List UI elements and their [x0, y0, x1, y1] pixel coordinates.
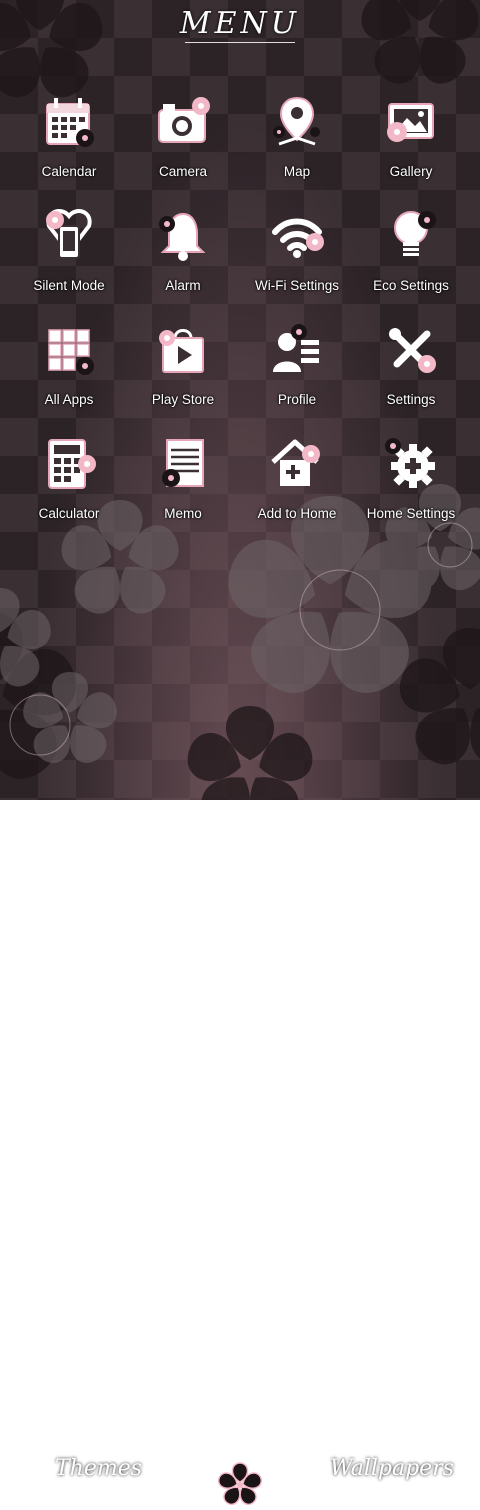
calculator-icon — [48, 439, 96, 489]
app-label: Home Settings — [366, 506, 456, 521]
tools-icon — [389, 328, 436, 373]
header: MENU — [0, 0, 480, 50]
camera-icon — [158, 97, 210, 143]
app-label: Profile — [277, 392, 317, 407]
app-label: All Apps — [44, 392, 94, 407]
app-eco-settings[interactable]: Eco Settings — [354, 206, 468, 320]
title-underline — [185, 42, 295, 43]
wallpapers-button[interactable]: Wallpapers — [330, 1456, 454, 1481]
profile-icon — [273, 324, 319, 372]
page-title: MENU — [179, 6, 301, 41]
app-label: Camera — [158, 164, 207, 179]
footer: Themes Wallpapers — [0, 720, 480, 1505]
calendar-icon — [46, 98, 94, 147]
app-wifi-settings[interactable]: Wi-Fi Settings — [240, 206, 354, 320]
app-label: Add to Home — [257, 506, 337, 521]
app-alarm[interactable]: Alarm — [126, 206, 240, 320]
app-label: Map — [283, 164, 311, 179]
wifi-icon — [272, 218, 324, 258]
lightbulb-icon — [394, 211, 436, 256]
memo-icon — [162, 439, 204, 487]
app-label: Wi-Fi Settings — [254, 278, 339, 293]
app-gallery[interactable]: Gallery — [354, 92, 468, 206]
silent-phone-icon — [46, 209, 92, 259]
themes-button[interactable]: Themes — [55, 1456, 142, 1481]
app-home-settings[interactable]: Home Settings — [354, 434, 468, 548]
app-map[interactable]: Map — [240, 92, 354, 206]
alarm-bell-icon — [159, 212, 206, 261]
app-label: Calendar — [41, 164, 97, 179]
themes-underline — [58, 1492, 148, 1493]
play-store-icon — [159, 329, 204, 373]
app-label: Calculator — [38, 506, 100, 521]
app-label: Memo — [164, 506, 202, 521]
app-label: Settings — [386, 392, 436, 407]
wallpapers-underline — [330, 1492, 435, 1493]
app-label: Alarm — [165, 278, 201, 293]
apps-grid-icon — [48, 329, 94, 375]
app-calculator[interactable]: Calculator — [12, 434, 126, 548]
app-label: Gallery — [389, 164, 433, 179]
app-settings[interactable]: Settings — [354, 320, 468, 434]
app-silent-mode[interactable]: Silent Mode — [12, 206, 126, 320]
app-add-to-home[interactable]: Add to Home — [240, 434, 354, 548]
app-all-apps[interactable]: All Apps — [12, 320, 126, 434]
add-home-icon — [271, 439, 320, 486]
app-play-store[interactable]: Play Store — [126, 320, 240, 434]
app-label: Silent Mode — [33, 278, 105, 293]
map-pin-icon — [273, 96, 320, 146]
app-label: Play Store — [151, 392, 215, 407]
gear-plus-icon — [385, 438, 435, 488]
app-profile[interactable]: Profile — [240, 320, 354, 434]
app-label: Eco Settings — [373, 278, 449, 293]
app-camera[interactable]: Camera — [126, 92, 240, 206]
app-memo[interactable]: Memo — [126, 434, 240, 548]
app-calendar[interactable]: Calendar — [12, 92, 126, 206]
gallery-icon — [387, 103, 434, 142]
sakura-center-icon — [217, 1462, 263, 1505]
